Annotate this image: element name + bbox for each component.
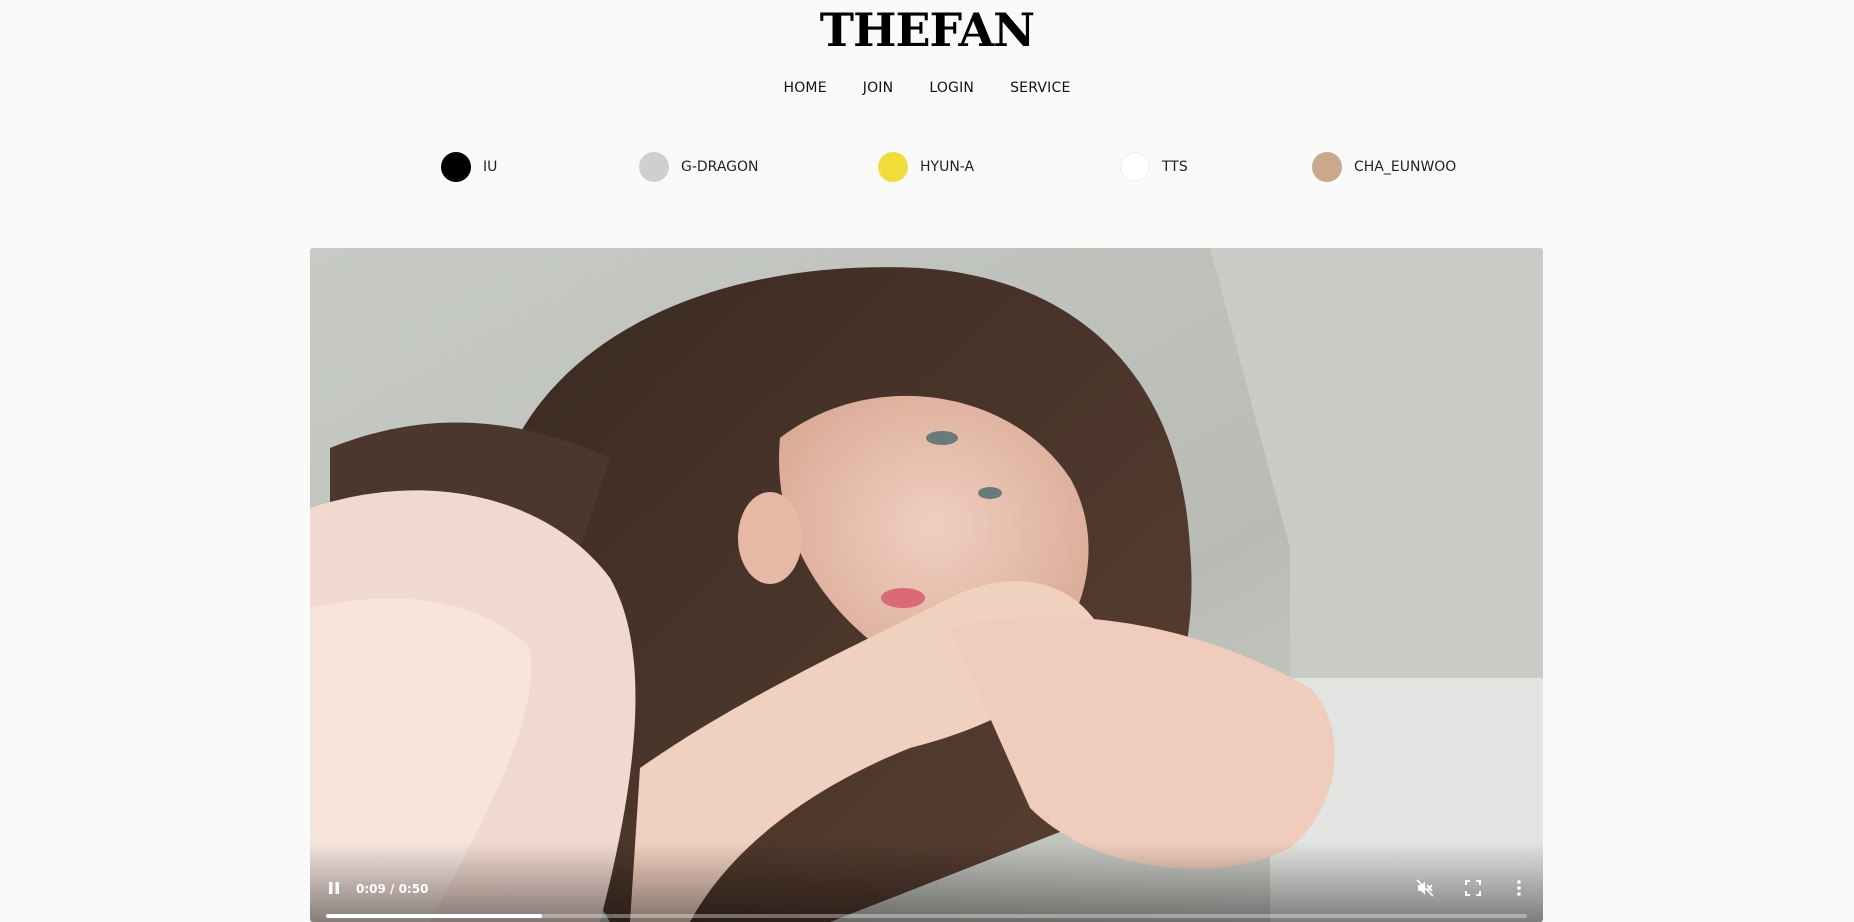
artist-label: CHA_EUNWOO <box>1354 159 1457 175</box>
video-controls-bar <box>310 842 1543 922</box>
muted-speaker-icon <box>1416 879 1434 897</box>
artist-item-cha-eunwoo[interactable]: CHA_EUNWOO <box>1312 152 1456 182</box>
video-progress-bar[interactable] <box>326 914 1527 918</box>
artist-color-dot <box>1312 152 1342 182</box>
more-options-button[interactable] <box>1505 874 1533 902</box>
page: THEFAN HOME JOIN LOGIN SERVICE IU G-DRAG… <box>0 0 1854 922</box>
mute-button[interactable] <box>1411 874 1439 902</box>
video-progress-fill <box>326 914 543 918</box>
video-time-readout: 0:09 / 0:50 <box>356 882 429 896</box>
artist-label: HYUN-A <box>920 159 975 175</box>
pause-button[interactable] <box>320 874 348 902</box>
artist-color-dot <box>441 152 471 182</box>
video-frame <box>310 248 1543 922</box>
pause-icon <box>329 882 339 894</box>
nav-home-link[interactable]: HOME <box>765 80 844 96</box>
more-vertical-icon <box>1517 880 1521 896</box>
fullscreen-button[interactable] <box>1459 874 1487 902</box>
site-logo[interactable]: THEFAN <box>0 2 1854 58</box>
artist-item-tts[interactable]: TTS <box>1120 152 1188 182</box>
main-nav: HOME JOIN LOGIN SERVICE <box>0 80 1854 96</box>
video-player[interactable]: 0:09 / 0:50 <box>310 248 1543 922</box>
artist-color-dot <box>878 152 908 182</box>
artist-color-dot <box>1120 152 1150 182</box>
artist-selector: IU G-DRAGON HYUN-A TTS CHA_EUNWOO <box>0 152 1854 184</box>
nav-join-link[interactable]: JOIN <box>845 80 912 96</box>
artist-color-dot <box>639 152 669 182</box>
nav-service-link[interactable]: SERVICE <box>992 80 1088 96</box>
artist-item-g-dragon[interactable]: G-DRAGON <box>639 152 759 182</box>
fullscreen-icon <box>1465 880 1481 896</box>
artist-item-hyun-a[interactable]: HYUN-A <box>878 152 974 182</box>
artist-label: TTS <box>1162 159 1188 175</box>
nav-login-link[interactable]: LOGIN <box>911 80 992 96</box>
artist-label: IU <box>483 159 498 175</box>
artist-label: G-DRAGON <box>681 159 759 175</box>
artist-item-iu[interactable]: IU <box>441 152 497 182</box>
